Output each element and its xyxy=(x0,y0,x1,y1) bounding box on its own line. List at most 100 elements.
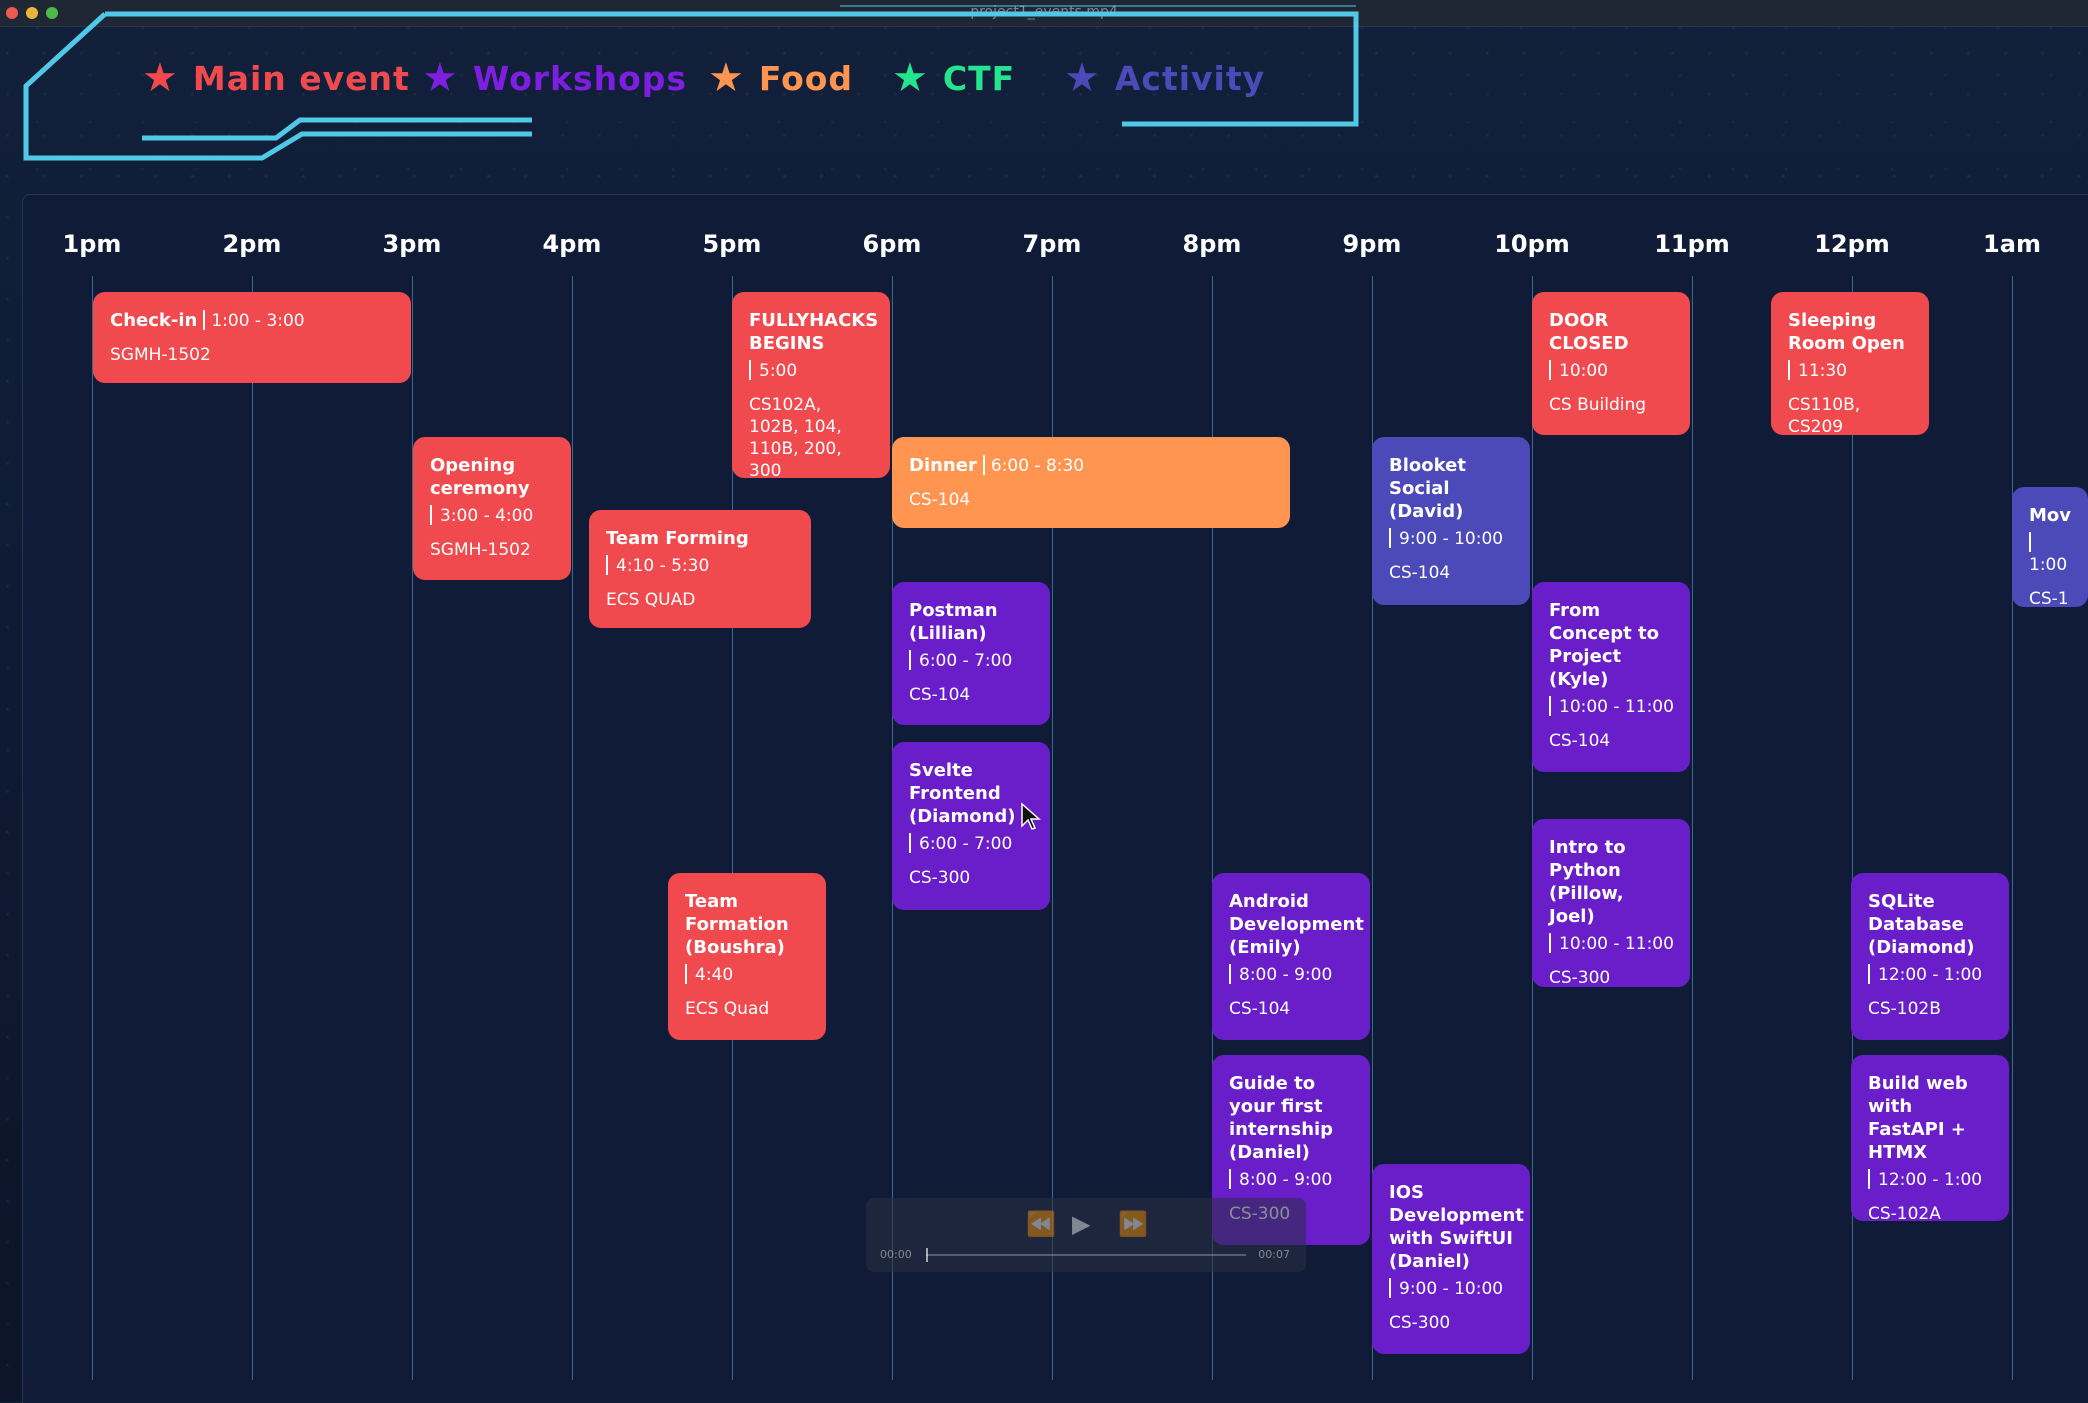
time-separator xyxy=(749,360,751,380)
hour-gridline xyxy=(2012,276,2013,1380)
event-time-text: 8:00 - 9:00 xyxy=(1239,965,1333,985)
event-title: DOOR CLOSED xyxy=(1549,310,1629,354)
event-time: 1:00 - 3:00 xyxy=(203,310,305,331)
event-title: Team Formation (Boushra) xyxy=(685,891,789,958)
legend-label: Activity xyxy=(1114,58,1266,98)
event-title: IOS Development with SwiftUI (Daniel) xyxy=(1389,1182,1524,1272)
event-card[interactable]: Android Development (Emily) 8:00 - 9:00 CS… xyxy=(1212,873,1370,1040)
hour-label: 10pm xyxy=(1494,230,1570,258)
time-separator xyxy=(1788,360,1790,380)
legend-label: Workshops xyxy=(472,58,688,98)
time-separator xyxy=(606,555,608,575)
time-separator xyxy=(2029,532,2031,552)
event-time-text: 3:00 - 4:00 xyxy=(440,506,534,526)
seek-handle[interactable] xyxy=(926,1248,928,1262)
event-card[interactable]: FULLYHACKS BEGINS 5:00 CS102A, 102B, 104, … xyxy=(732,292,890,478)
event-title: Check-in xyxy=(110,310,198,331)
star-icon: ★ xyxy=(708,55,745,101)
event-title: SQLite Database (Diamond) xyxy=(1868,891,1975,958)
event-location: SGMH-1502 xyxy=(430,540,531,560)
time-separator xyxy=(1868,964,1870,984)
duration-time: 00:07 xyxy=(1258,1248,1290,1261)
event-card[interactable]: Team Forming 4:10 - 5:30 ECS QUAD xyxy=(589,510,811,628)
event-time: 5:00 xyxy=(749,360,874,382)
time-separator xyxy=(1549,933,1551,953)
event-title: Build web with FastAPI + HTMX xyxy=(1868,1073,1968,1163)
hour-label: 9pm xyxy=(1342,230,1402,258)
event-card[interactable]: Sleeping Room Open 11:30 CS110B, CS209 xyxy=(1771,292,1929,435)
event-time: 10:00 - 11:00 xyxy=(1549,696,1674,718)
event-card[interactable]: Dinner 6:00 - 8:30 CS-104 xyxy=(892,437,1290,528)
event-location: CS-300 xyxy=(1389,1313,1451,1333)
event-card[interactable]: DOOR CLOSED 10:00 CS Building xyxy=(1532,292,1690,435)
event-location: CS-104 xyxy=(909,490,971,510)
event-time-text: 5:00 xyxy=(759,361,798,381)
event-card[interactable]: Intro to Python (Pillow, Joel) 10:00 - 11… xyxy=(1532,819,1690,987)
event-card[interactable]: SQLite Database (Diamond) 12:00 - 1:00 CS-… xyxy=(1851,873,2009,1040)
event-time-text: 8:00 - 9:00 xyxy=(1239,1170,1333,1190)
play-icon[interactable]: ▶ xyxy=(1072,1210,1090,1238)
mouse-cursor-icon xyxy=(1021,802,1041,830)
event-title: Team Forming xyxy=(606,528,749,549)
hour-label: 6pm xyxy=(862,230,922,258)
event-time: 4:40 xyxy=(685,964,810,986)
event-time: 3:00 - 4:00 xyxy=(430,505,555,527)
hour-gridline xyxy=(92,276,93,1380)
event-time: 12:00 - 1:00 xyxy=(1868,1169,1993,1191)
hour-label: 11pm xyxy=(1654,230,1730,258)
event-time: 10:00 xyxy=(1549,360,1674,382)
video-player-controls[interactable]: ⏪ ▶ ⏩ 00:00 00:07 xyxy=(866,1198,1306,1272)
event-card[interactable]: Opening ceremony 3:00 - 4:00 SGMH-1502 xyxy=(413,437,571,580)
event-time-text: 9:00 - 10:00 xyxy=(1399,1279,1504,1299)
time-separator xyxy=(982,455,985,475)
event-time-text: 9:00 - 10:00 xyxy=(1399,529,1504,549)
legend-item[interactable]: ★ CTF xyxy=(892,54,1015,102)
hour-gridline xyxy=(252,276,253,1380)
event-location: CS102A, 102B, 104, 110B, 200, 300 xyxy=(749,395,842,478)
event-time-text: 6:00 - 7:00 xyxy=(919,651,1013,671)
legend-item[interactable]: ★ Food xyxy=(708,54,853,102)
event-card[interactable]: Mov 1:00 CS-1 xyxy=(2012,487,2088,607)
event-time: 1:00 xyxy=(2029,532,2072,576)
time-separator xyxy=(1549,360,1551,380)
legend-item[interactable]: ★ Workshops xyxy=(422,54,687,102)
hour-label: 1pm xyxy=(62,230,122,258)
event-card[interactable]: IOS Development with SwiftUI (Daniel) 9:0… xyxy=(1372,1164,1530,1354)
seek-bar[interactable] xyxy=(926,1254,1246,1256)
event-location: CS-104 xyxy=(1229,999,1291,1019)
event-header-row: Dinner 6:00 - 8:30 xyxy=(909,454,1274,477)
event-title: Blooket Social (David) xyxy=(1389,455,1466,522)
event-card[interactable]: Build web with FastAPI + HTMX 12:00 - 1:0… xyxy=(1851,1055,2009,1221)
legend-item[interactable]: ★ Main event xyxy=(142,54,410,102)
time-separator xyxy=(909,833,911,853)
hour-label: 12pm xyxy=(1814,230,1890,258)
event-title: From Concept to Project (Kyle) xyxy=(1549,600,1659,690)
event-time: 6:00 - 8:30 xyxy=(982,455,1084,476)
legend-label: Main event xyxy=(192,58,410,98)
legend-label: CTF xyxy=(942,58,1016,98)
star-icon: ★ xyxy=(142,55,179,101)
hour-gridline xyxy=(412,276,413,1380)
star-icon: ★ xyxy=(422,55,459,101)
time-separator xyxy=(1389,1278,1391,1298)
event-time: 6:00 - 7:00 xyxy=(909,650,1034,672)
event-card[interactable]: Blooket Social (David) 9:00 - 10:00 CS-104 xyxy=(1372,437,1530,605)
event-title: FULLYHACKS BEGINS xyxy=(749,310,879,354)
fast-forward-icon[interactable]: ⏩ xyxy=(1118,1210,1148,1238)
event-title: Guide to your first internship (Daniel) xyxy=(1229,1073,1334,1163)
event-time: 11:30 xyxy=(1788,360,1913,382)
time-separator xyxy=(203,310,206,330)
hour-label: 1am xyxy=(1983,230,2041,258)
event-card[interactable]: Team Formation (Boushra) 4:40 ECS Quad xyxy=(668,873,826,1040)
event-location: CS Building xyxy=(1549,395,1647,415)
rewind-icon[interactable]: ⏪ xyxy=(1026,1210,1056,1238)
event-card[interactable]: From Concept to Project (Kyle) 10:00 - 11… xyxy=(1532,582,1690,772)
event-card[interactable]: Check-in 1:00 - 3:00 SGMH-1502 xyxy=(93,292,411,383)
event-location: SGMH-1502 xyxy=(110,345,211,365)
event-title: Svelte Frontend (Diamond) xyxy=(909,760,1016,827)
event-time: 9:00 - 10:00 xyxy=(1389,528,1514,550)
event-title: Intro to Python (Pillow, Joel) xyxy=(1549,837,1626,927)
legend-item[interactable]: ★ Activity xyxy=(1064,54,1265,102)
event-location: CS-1 xyxy=(2029,589,2069,607)
event-card[interactable]: Postman (Lillian) 6:00 - 7:00 CS-104 xyxy=(892,582,1050,725)
